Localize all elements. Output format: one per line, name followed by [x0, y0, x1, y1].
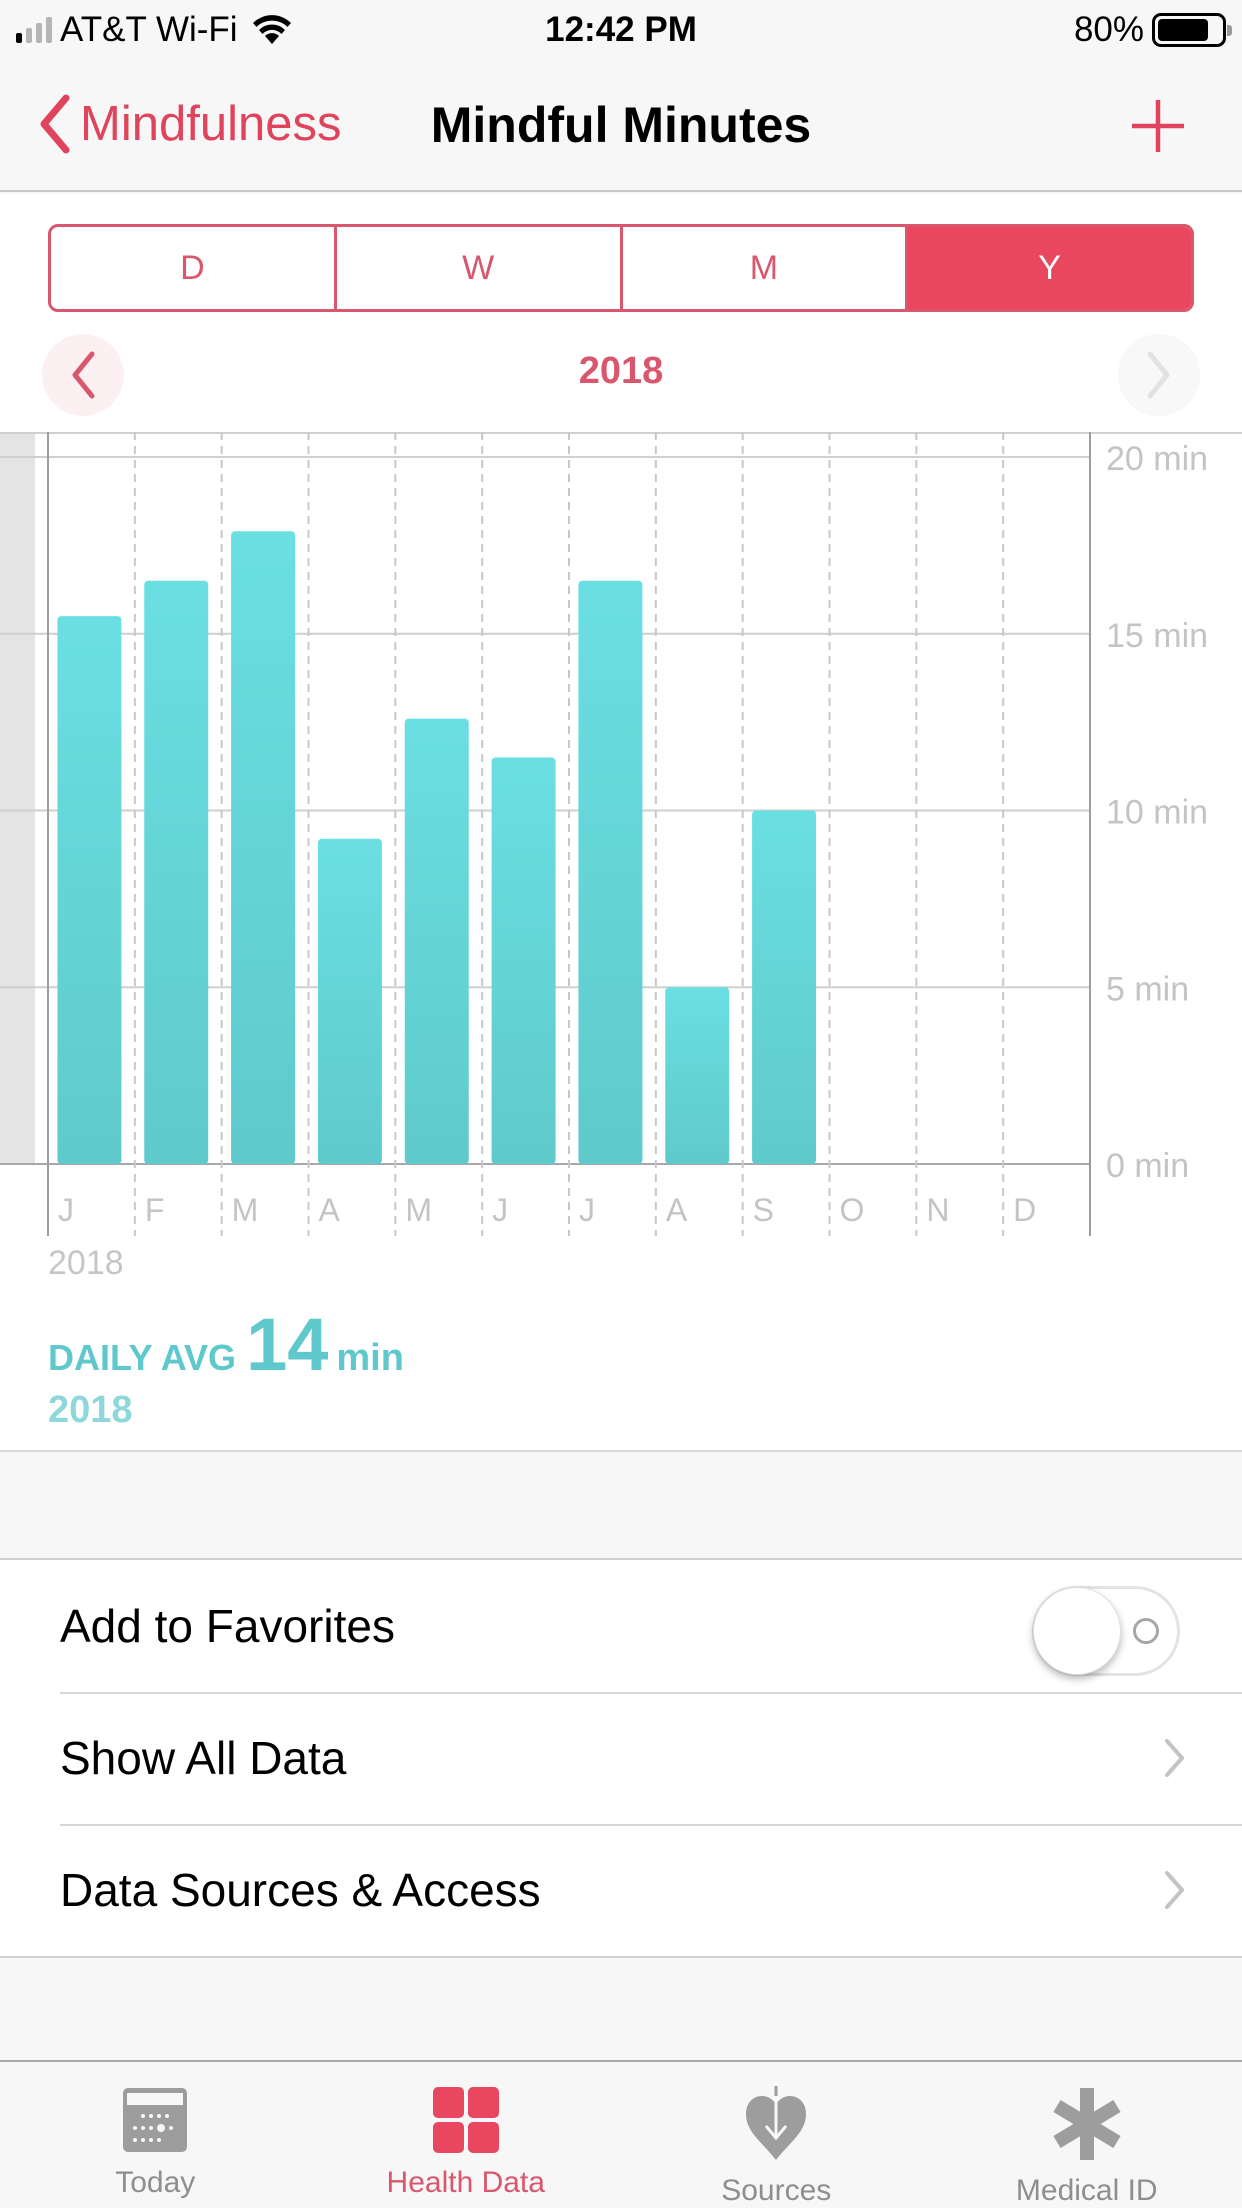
- segment-week[interactable]: W: [337, 227, 623, 309]
- plus-icon: [1132, 100, 1184, 152]
- bar-a-8: [665, 987, 730, 1164]
- daily-average-value: 14: [246, 1303, 329, 1386]
- previous-period-strip: [0, 432, 35, 1164]
- segment-month[interactable]: M: [623, 227, 909, 309]
- next-period-button[interactable]: [1118, 334, 1200, 416]
- bar-m-5: [404, 718, 469, 1164]
- battery-level: [1158, 19, 1208, 41]
- asterisk-icon: [1053, 2088, 1121, 2160]
- period-label: 2018: [578, 350, 664, 392]
- segment-day[interactable]: D: [51, 227, 337, 309]
- chevron-right-icon: [1165, 1871, 1184, 1909]
- bar-f-2: [144, 580, 209, 1164]
- status-time: 12:42 PM: [545, 10, 697, 49]
- tab-label: Sources: [721, 2174, 832, 2207]
- page-title-text: Mindful Minutes: [430, 97, 812, 153]
- chart-year-caption: 2018: [48, 1244, 124, 1282]
- calendar-icon: [123, 2088, 188, 2152]
- bar-j-7: [578, 580, 643, 1164]
- status-right: 80%: [1073, 10, 1232, 50]
- mindful-minutes-chart: 0 min 5 min 10 min 15 min 20 min J F M A M J J A S O N D: [0, 432, 1242, 1372]
- add-data-button[interactable]: [1130, 98, 1186, 159]
- daily-average-line: DAILY AVG 14 min: [48, 1302, 404, 1387]
- x-tick-label: A: [319, 1192, 341, 1228]
- y-tick-label: 0 min: [1106, 1147, 1189, 1185]
- battery-percent: 80%: [1073, 10, 1144, 49]
- toggle-knob: [1033, 1587, 1121, 1675]
- tab-sources[interactable]: Sources: [621, 2062, 932, 2208]
- bar-chart: 0 min 5 min 10 min 15 min 20 min J F M A M J J A S O N D: [0, 432, 1242, 1236]
- show-all-data-label: Show All Data: [60, 1732, 347, 1784]
- bar-j-1: [57, 616, 122, 1164]
- page-title: Mindful Minutes: [0, 96, 1242, 154]
- tab-health-data[interactable]: Health Data: [311, 2062, 622, 2208]
- status-bar: AT&T Wi-Fi 12:42 PM 80%: [0, 0, 1242, 62]
- y-tick-label: 5 min: [1106, 970, 1189, 1008]
- x-tick-label: A: [666, 1192, 688, 1228]
- time-range-segmented-control: D W M Y: [48, 224, 1194, 312]
- add-to-favorites-row: Add to Favorites: [0, 1560, 1242, 1692]
- x-tick-label: J: [579, 1192, 595, 1228]
- add-to-favorites-label: Add to Favorites: [60, 1600, 395, 1652]
- tab-medical-id[interactable]: Medical ID: [932, 2062, 1242, 2208]
- x-tick-label: N: [926, 1192, 949, 1228]
- options-list: Add to Favorites Show All Data Data Sour…: [0, 1558, 1242, 1958]
- tab-bar: Today Health Data Sources Medical ID: [0, 2060, 1242, 2208]
- x-tick-label: O: [840, 1192, 865, 1228]
- toggle-off-indicator: [1133, 1618, 1159, 1644]
- x-tick-label: J: [58, 1192, 74, 1228]
- tab-label: Today: [115, 2166, 196, 2199]
- x-tick-label: D: [1013, 1192, 1036, 1228]
- daily-average-label: DAILY AVG: [48, 1337, 237, 1378]
- grid-icon: [432, 2087, 499, 2153]
- chevron-right-icon: [1165, 1739, 1184, 1777]
- y-tick-label: 15 min: [1106, 617, 1208, 655]
- chart-panel: D W M Y 2018 0 min 5 min 10 min 15 min 20 mi…: [0, 194, 1242, 1452]
- x-tick-label: S: [753, 1192, 774, 1228]
- x-tick-label: J: [492, 1192, 508, 1228]
- battery-cap: [1227, 25, 1232, 36]
- daily-average-period: 2018: [48, 1389, 133, 1431]
- chevron-right-icon: [1147, 351, 1170, 399]
- tab-today[interactable]: Today: [0, 2062, 311, 2208]
- bar-s-9: [752, 810, 817, 1164]
- y-tick-label: 20 min: [1106, 440, 1208, 478]
- y-tick-label: 10 min: [1106, 794, 1208, 832]
- bar-a-4: [317, 838, 382, 1164]
- bar-j-6: [491, 757, 556, 1164]
- battery-icon: [1152, 13, 1232, 47]
- segment-year[interactable]: Y: [908, 227, 1191, 309]
- daily-average-summary: DAILY AVG 14 min 2018: [48, 1302, 404, 1432]
- period-navigator: 2018: [0, 334, 1242, 426]
- x-tick-label: F: [145, 1192, 165, 1228]
- data-sources-access-row[interactable]: Data Sources & Access: [0, 1824, 1242, 1956]
- x-tick-label: M: [405, 1192, 432, 1228]
- heart-download-icon: [746, 2086, 807, 2160]
- favorites-toggle[interactable]: [1032, 1586, 1180, 1676]
- tab-label: Health Data: [386, 2166, 545, 2199]
- data-sources-access-label: Data Sources & Access: [60, 1864, 541, 1916]
- tab-label: Medical ID: [1015, 2174, 1158, 2207]
- bar-m-3: [231, 531, 296, 1164]
- x-tick-label: M: [232, 1192, 259, 1228]
- show-all-data-row[interactable]: Show All Data: [0, 1692, 1242, 1824]
- daily-average-unit: min: [336, 1337, 404, 1379]
- navigation-bar: Mindfulness Mindful Minutes: [0, 62, 1242, 192]
